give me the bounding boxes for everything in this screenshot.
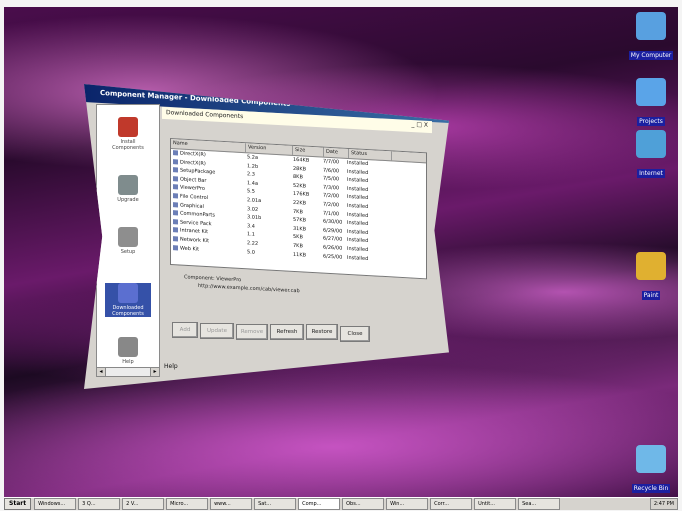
help-icon [118, 337, 138, 357]
my-computer-icon [636, 12, 666, 40]
desktop-icon-label: Recycle Bin [631, 484, 671, 493]
table-cell: 5.0 [247, 248, 255, 256]
refresh-button[interactable]: Refresh [270, 324, 304, 340]
column-header[interactable]: Date [324, 147, 349, 159]
table-cell: 6/25/00 [323, 253, 343, 261]
desktop-icon-my-computer[interactable]: My Computer [621, 12, 681, 61]
remove-button[interactable]: Remove [236, 324, 268, 340]
taskbar-button[interactable]: www... [210, 498, 253, 510]
desktop-icon-projects[interactable]: Projects [621, 78, 681, 127]
taskbar-button[interactable]: Micro... [166, 498, 209, 510]
desktop-icon-label: Projects [637, 117, 665, 126]
update-button[interactable]: Update [200, 323, 234, 339]
taskbar-button[interactable]: Windows... [34, 498, 77, 510]
taskbar: Start Windows... 3 Q... 2 V... Micro... www.… [4, 497, 678, 510]
sidebar: Install Components Upgrade Setup Downloaded… [96, 104, 160, 376]
taskbar-button[interactable]: Sat... [254, 498, 297, 510]
taskbar-clock: 2:47 PM [649, 498, 678, 510]
scroll-right-arrow[interactable]: ▸ [150, 368, 159, 376]
close-button[interactable]: Close [340, 326, 370, 342]
desktop-icon-paint[interactable]: Paint [621, 252, 681, 301]
desktop-icon-recycle-bin[interactable]: Recycle Bin [621, 445, 681, 494]
taskbar-button[interactable]: Comp... [298, 498, 341, 510]
table-cell: Installed [347, 254, 369, 262]
component-info: Component: ViewerPro http://www.example.… [184, 273, 364, 298]
sidebar-item-label: Downloaded Components [112, 305, 144, 317]
sidebar-item-components[interactable]: Downloaded Components [105, 283, 151, 317]
upgrade-icon [118, 175, 138, 195]
desktop-icon-internet[interactable]: Internet [621, 130, 681, 179]
sidebar-item-label: Install Components [112, 139, 144, 151]
install-icon [118, 117, 138, 137]
sidebar-item-upgrade[interactable]: Upgrade [105, 175, 151, 203]
sidebar-item-label: Setup [120, 249, 136, 255]
projects-icon [636, 78, 666, 106]
taskbar-button[interactable]: Win... [386, 498, 429, 510]
scroll-left-arrow[interactable]: ◂ [97, 368, 106, 376]
component-manager-window[interactable]: Component Manager - Downloaded Component… [84, 84, 449, 389]
taskbar-button[interactable]: Obs... [342, 498, 385, 510]
sidebar-item-label: Upgrade [117, 197, 139, 203]
taskbar-button[interactable]: 3 Q... [78, 498, 121, 510]
panel-title: Downloaded Components [166, 109, 244, 121]
add-button[interactable]: Add [172, 322, 198, 338]
column-header[interactable]: Size [293, 145, 324, 157]
recycle-bin-icon [636, 445, 666, 473]
sidebar-item-label: Help [122, 359, 134, 365]
table-cell: 11KB [293, 251, 307, 259]
desktop-icon-label: Internet [637, 169, 665, 178]
sidebar-item-setup[interactable]: Setup [105, 227, 151, 255]
desktop-icon-label: Paint [641, 291, 661, 300]
window-controls[interactable]: _ □ X [411, 121, 428, 129]
components-list[interactable]: Name Version Size Date Status DirectX(R) 5.2a… [170, 138, 427, 280]
help-link[interactable]: Help [164, 363, 178, 370]
taskbar-button[interactable]: Untit... [474, 498, 517, 510]
desktop-icon-label: My Computer [628, 51, 674, 60]
internet-icon [636, 130, 666, 158]
taskbar-button[interactable]: Sea... [518, 498, 561, 510]
setup-icon [118, 227, 138, 247]
sidebar-item-help[interactable]: Help [105, 337, 151, 365]
start-button[interactable]: Start [4, 498, 32, 510]
restore-button[interactable]: Restore [306, 324, 338, 340]
sidebar-scrollbar[interactable]: ◂ ▸ [96, 367, 160, 377]
taskbar-button[interactable]: 2 V... [122, 498, 165, 510]
sidebar-item-install[interactable]: Install Components [105, 117, 151, 151]
paint-icon [636, 252, 666, 280]
taskbar-button[interactable]: Corr... [430, 498, 473, 510]
components-icon [118, 283, 138, 303]
